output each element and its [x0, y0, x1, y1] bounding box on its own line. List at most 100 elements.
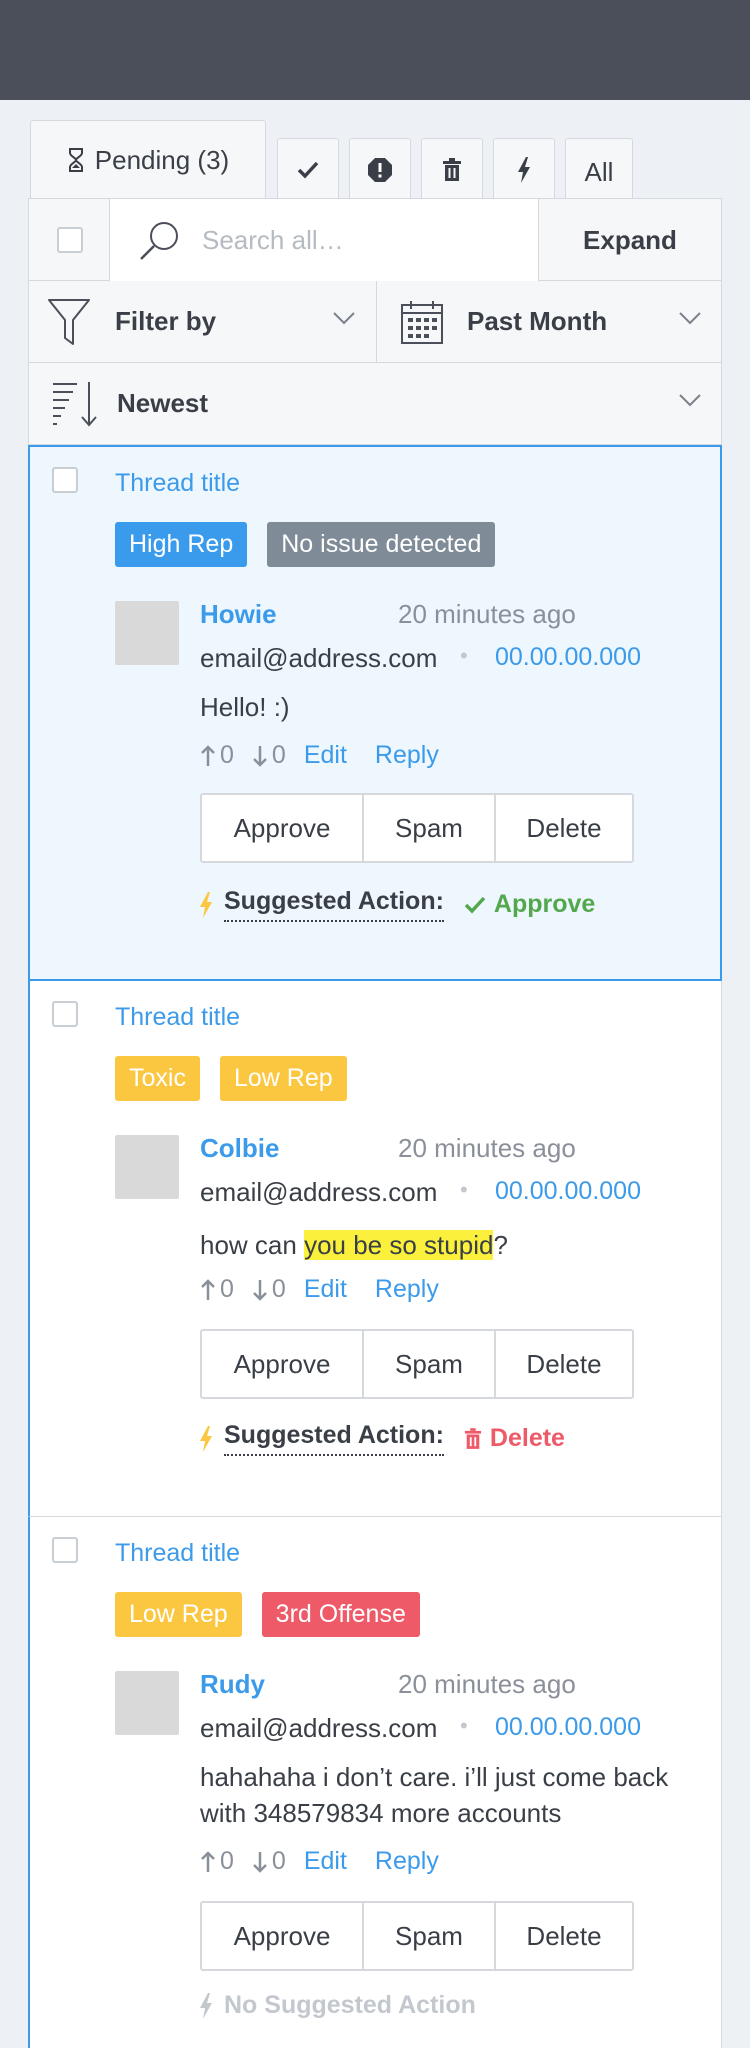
tab-pending-label: Pending (3)	[94, 144, 230, 175]
select-all-checkbox[interactable]	[57, 227, 83, 253]
thread-title-link[interactable]: Thread title	[115, 1003, 240, 1032]
spam-button[interactable]: Spam	[364, 795, 496, 861]
delete-button[interactable]: Delete	[496, 1903, 632, 1969]
ip-address-link[interactable]: 00.00.00.000	[495, 1177, 641, 1206]
tab-all-label: All	[584, 156, 614, 187]
filter-label: Filter by	[115, 306, 217, 336]
tab-pending[interactable]: Pending (3)	[30, 120, 266, 201]
downvote-count: 0	[271, 741, 286, 769]
author-email: email@address.com	[200, 643, 438, 673]
lightning-icon	[200, 1992, 212, 2019]
badge-group: Low Rep 3rd Offense	[115, 1592, 420, 1637]
chevron-down-icon	[679, 394, 701, 407]
badge-group: High Rep No issue detected	[115, 522, 496, 567]
reply-link[interactable]: Reply	[375, 741, 439, 770]
edit-link[interactable]: Edit	[304, 741, 347, 770]
spam-button[interactable]: Spam	[364, 1903, 496, 1969]
check-icon	[297, 161, 319, 179]
sort-label: Newest	[117, 388, 209, 418]
badge-high-rep: High Rep	[115, 522, 248, 567]
lightning-icon	[200, 891, 212, 918]
approve-button[interactable]: Approve	[202, 1331, 364, 1397]
calendar-icon	[401, 300, 443, 344]
author-email: email@address.com	[200, 1177, 438, 1207]
comment-meta: 0 0 Edit Reply	[200, 741, 461, 770]
tab-deleted[interactable]	[421, 138, 483, 201]
upvote-count: 0	[220, 1847, 234, 1875]
approve-button[interactable]: Approve	[202, 1903, 364, 1969]
comment-text: hahahaha i don’t care. i’ll just come ba…	[200, 1762, 669, 1828]
edit-link[interactable]: Edit	[304, 1275, 347, 1304]
arrow-down-icon	[253, 1279, 267, 1301]
tab-suggested[interactable]	[493, 138, 555, 201]
sort-descending-icon	[53, 381, 97, 427]
tab-approved[interactable]	[277, 138, 339, 201]
delete-button[interactable]: Delete	[496, 1331, 632, 1397]
badge-toxic: Toxic	[115, 1056, 200, 1101]
thread-title-link[interactable]: Thread title	[115, 469, 240, 498]
arrow-down-icon	[253, 1851, 267, 1873]
trash-icon	[464, 1427, 482, 1449]
ip-address-link[interactable]: 00.00.00.000	[495, 1713, 641, 1742]
check-icon	[464, 896, 486, 914]
delete-button[interactable]: Delete	[496, 795, 632, 861]
reply-link[interactable]: Reply	[375, 1847, 439, 1876]
separator-dot: •	[460, 643, 468, 668]
funnel-icon	[48, 298, 90, 345]
approve-button[interactable]: Approve	[202, 795, 364, 861]
comment-card[interactable]: Thread title Low Rep 3rd Offense Rudy 20…	[28, 1517, 722, 2048]
search-field[interactable]: Search all…	[109, 199, 539, 281]
timestamp: 20 minutes ago	[398, 599, 576, 629]
search-row: Search all… Expand	[28, 198, 722, 281]
edit-link[interactable]: Edit	[304, 1847, 347, 1876]
lightning-icon	[518, 157, 530, 183]
moderation-panel: Search all… Expand Filter by Past Month …	[28, 198, 722, 2048]
suggested-action-value[interactable]: Delete	[464, 1424, 565, 1453]
comment-checkbox[interactable]	[52, 467, 78, 493]
search-placeholder: Search all…	[202, 224, 344, 255]
search-icon	[140, 222, 178, 260]
arrow-up-icon	[201, 1278, 215, 1300]
author-name[interactable]: Rudy	[200, 1669, 265, 1700]
tab-all[interactable]: All	[565, 138, 633, 201]
separator-dot: •	[460, 1713, 468, 1738]
comment-checkbox[interactable]	[52, 1001, 78, 1027]
badge-group: Toxic Low Rep	[115, 1056, 347, 1101]
author-name[interactable]: Howie	[200, 599, 277, 630]
upvote-button[interactable]: 0	[200, 1847, 234, 1876]
sort-dropdown[interactable]: Newest	[29, 363, 722, 444]
downvote-button[interactable]: 0	[252, 741, 286, 770]
comment-card[interactable]: Thread title High Rep No issue detected …	[28, 445, 722, 981]
chevron-down-icon	[679, 312, 701, 325]
author-email: email@address.com	[200, 1713, 438, 1743]
trash-icon	[443, 158, 461, 181]
ip-address-link[interactable]: 00.00.00.000	[495, 643, 641, 672]
thread-title-link[interactable]: Thread title	[115, 1539, 240, 1568]
tab-flagged[interactable]	[349, 138, 411, 201]
downvote-button[interactable]: 0	[252, 1847, 286, 1876]
lightning-icon	[200, 1425, 212, 1452]
reply-link[interactable]: Reply	[375, 1275, 439, 1304]
date-range-dropdown[interactable]: Past Month	[377, 281, 722, 362]
suggested-action-text: Approve	[493, 890, 596, 918]
suggested-action-value[interactable]: Approve	[464, 890, 595, 919]
no-suggested-action-label: No Suggested Action	[224, 1991, 476, 2019]
badge-no-issue: No issue detected	[267, 522, 496, 567]
comment-text-part: ?	[493, 1230, 508, 1260]
author-name[interactable]: Colbie	[200, 1133, 279, 1164]
comment-card[interactable]: Thread title Toxic Low Rep Colbie 20 min…	[28, 981, 722, 1517]
timestamp: 20 minutes ago	[398, 1133, 576, 1163]
chevron-down-icon	[333, 312, 355, 325]
upvote-button[interactable]: 0	[200, 1275, 234, 1304]
comment-checkbox[interactable]	[52, 1537, 78, 1563]
downvote-button[interactable]: 0	[252, 1275, 286, 1304]
badge-offense: 3rd Offense	[261, 1592, 420, 1637]
suggested-action: No Suggested Action	[198, 1991, 476, 2020]
downvote-count: 0	[271, 1847, 286, 1875]
spam-button[interactable]: Spam	[364, 1331, 496, 1397]
filter-dropdown[interactable]: Filter by	[29, 281, 377, 362]
comment-meta: 0 0 Edit Reply	[200, 1847, 461, 1876]
arrow-up-icon	[201, 744, 215, 766]
expand-button[interactable]: Expand	[539, 199, 721, 281]
upvote-button[interactable]: 0	[200, 741, 234, 770]
